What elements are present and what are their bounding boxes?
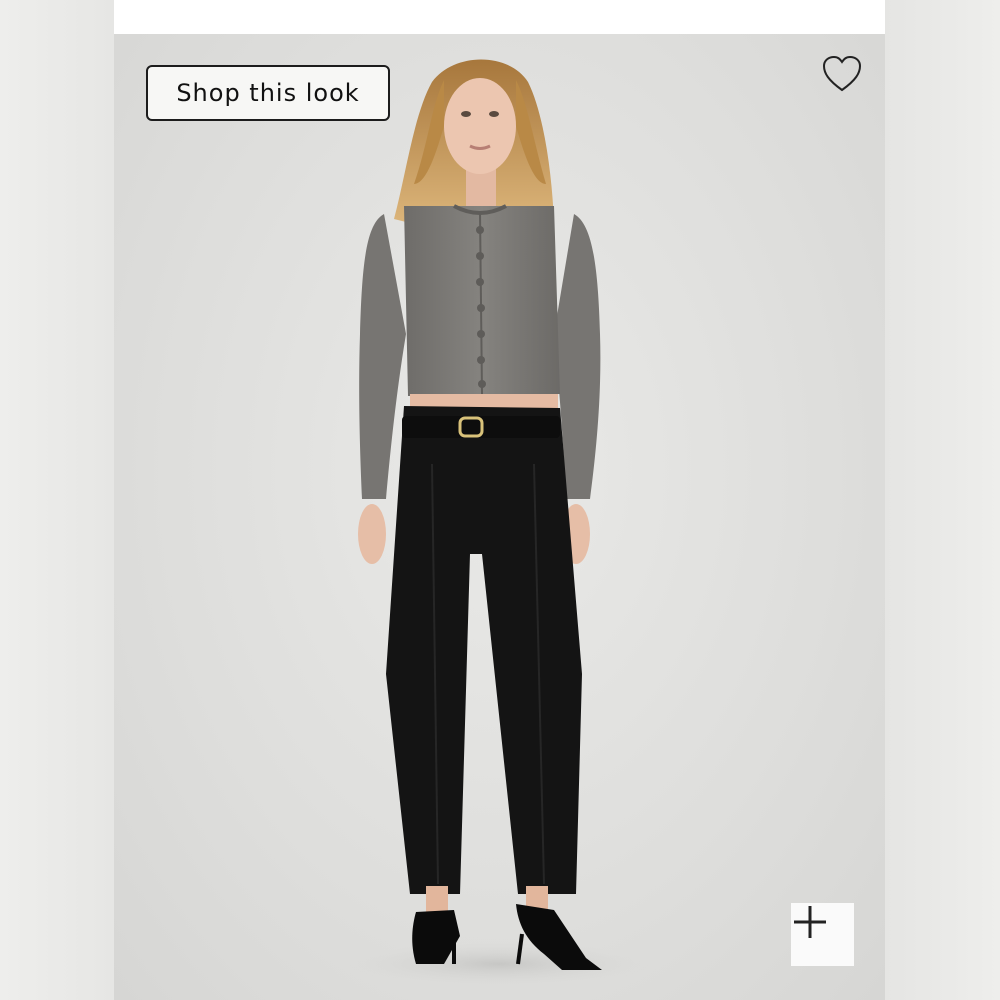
cardigan-button <box>477 356 485 364</box>
left-hand <box>358 504 386 564</box>
left-eye <box>461 111 471 117</box>
favorite-button[interactable] <box>820 54 864 94</box>
product-photo[interactable]: Shop this look <box>114 34 885 1000</box>
floor-shadow <box>349 942 649 986</box>
product-gallery: Shop this look <box>0 0 1000 1000</box>
plus-icon <box>794 906 826 938</box>
model-illustration <box>349 59 649 986</box>
cardigan-button <box>476 252 484 260</box>
cardigan-button <box>478 380 486 388</box>
heart-outline-icon <box>822 55 862 92</box>
right-eye <box>489 111 499 117</box>
left-sleeve <box>359 214 406 499</box>
zoom-button[interactable] <box>791 903 854 966</box>
gallery-side-right <box>885 0 1000 1000</box>
top-divider <box>114 0 885 34</box>
trousers <box>386 406 582 894</box>
gallery-side-left <box>0 0 114 1000</box>
cardigan-button <box>476 226 484 234</box>
neck <box>466 168 496 208</box>
face <box>444 78 516 174</box>
cardigan-button <box>477 304 485 312</box>
shop-this-look-button[interactable]: Shop this look <box>146 65 390 121</box>
cardigan-button <box>476 278 484 286</box>
midriff <box>410 394 558 408</box>
cardigan-button <box>477 330 485 338</box>
